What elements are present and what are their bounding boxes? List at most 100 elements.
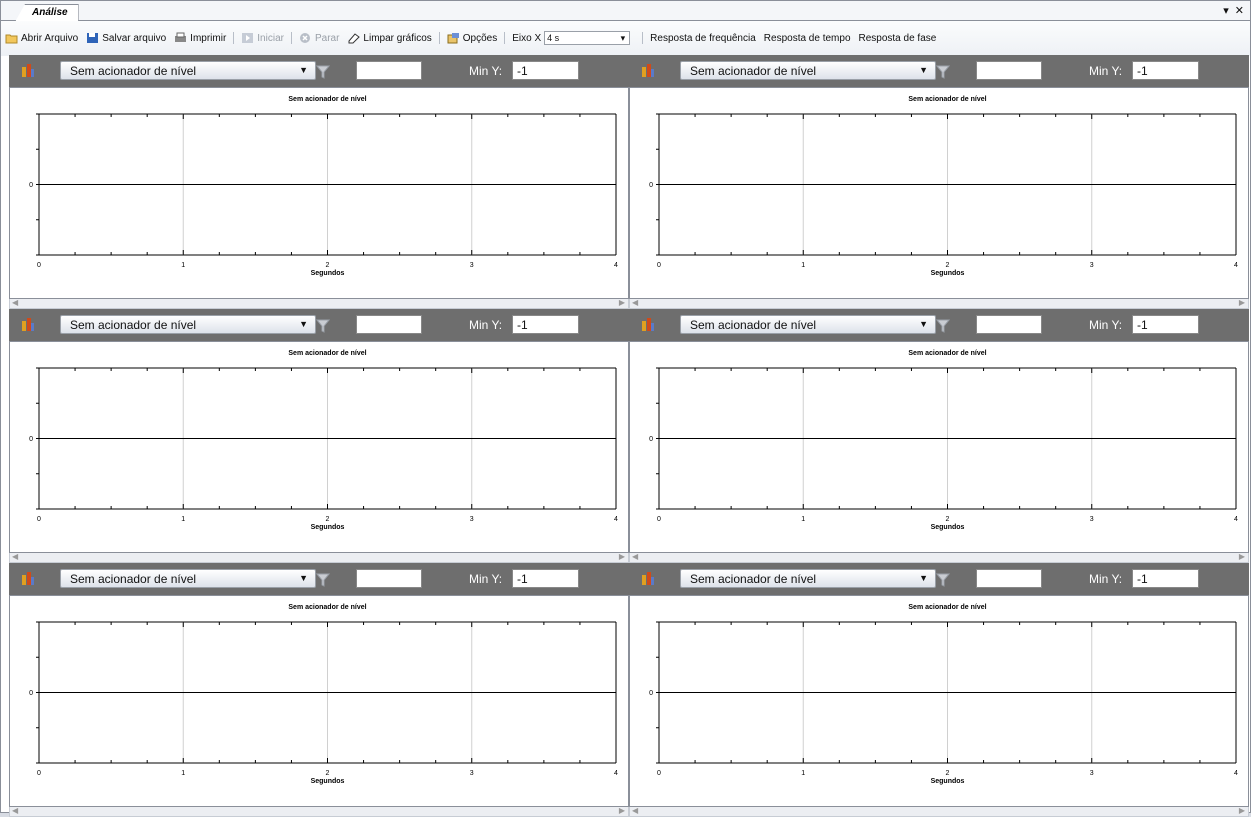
min-y-input[interactable]: -1 <box>512 315 579 334</box>
panel-header: Sem acionador de nível ▼ Min Y: -1 <box>9 309 629 341</box>
x-tick-label: 4 <box>1234 516 1238 523</box>
trigger-select[interactable]: Sem acionador de nível ▼ <box>680 61 936 80</box>
min-y-input[interactable]: -1 <box>1132 315 1199 334</box>
min-y-input[interactable]: -1 <box>1132 61 1199 80</box>
dropdown-arrow-icon[interactable]: ▾ <box>1223 4 1229 17</box>
scroll-right-icon[interactable]: ▶ <box>1239 806 1245 815</box>
scroll-left-icon[interactable]: ◀ <box>632 552 638 561</box>
chart-panel: Sem acionador de nível ▼ Min Y: -1 Sem a… <box>9 55 629 309</box>
options-button[interactable]: Opções <box>443 31 501 45</box>
panel-header: Sem acionador de nível ▼ Min Y: -1 <box>9 563 629 595</box>
chevron-down-icon: ▼ <box>299 573 308 583</box>
x-tick-label: 1 <box>801 262 805 269</box>
panel-header: Sem acionador de nível ▼ Min Y: -1 <box>629 563 1249 595</box>
open-file-button[interactable]: Abrir Arquivo <box>1 31 82 45</box>
filter-icon[interactable] <box>315 65 331 79</box>
play-icon <box>241 32 254 44</box>
filter-input[interactable] <box>976 569 1042 588</box>
filter-input[interactable] <box>356 569 422 588</box>
trigger-select[interactable]: Sem acionador de nível ▼ <box>680 315 936 334</box>
save-file-button[interactable]: Salvar arquivo <box>82 31 170 45</box>
trigger-select[interactable]: Sem acionador de nível ▼ <box>680 569 936 588</box>
clear-charts-label: Limpar gráficos <box>363 32 432 44</box>
min-y-input[interactable]: -1 <box>1132 569 1199 588</box>
start-button[interactable]: Iniciar <box>237 31 288 45</box>
x-tick-label: 0 <box>37 262 41 269</box>
chart-area: Sem acionador de nível 0 1 2 3 4 0 Segundos <box>9 595 629 807</box>
chevron-down-icon: ▼ <box>299 65 308 75</box>
trigger-select[interactable]: Sem acionador de nível ▼ <box>60 569 316 588</box>
stop-button[interactable]: Parar <box>295 31 343 45</box>
scroll-left-icon[interactable]: ◀ <box>632 298 638 307</box>
start-label: Iniciar <box>257 32 284 44</box>
filter-input[interactable] <box>356 61 422 80</box>
scroll-right-icon[interactable]: ▶ <box>619 552 625 561</box>
trigger-select[interactable]: Sem acionador de nível ▼ <box>60 61 316 80</box>
x-tick-label: 1 <box>801 770 805 777</box>
filter-icon[interactable] <box>935 65 951 79</box>
min-y-label: Min Y: <box>1089 64 1123 78</box>
chart-panel: Sem acionador de nível ▼ Min Y: -1 Sem a… <box>629 309 1249 563</box>
min-y-input[interactable]: -1 <box>512 61 579 80</box>
print-button[interactable]: Imprimir <box>170 31 230 45</box>
close-icon[interactable]: ✕ <box>1235 4 1244 17</box>
filter-input[interactable] <box>356 315 422 334</box>
horizontal-scrollbar[interactable]: ◀ ▶ <box>9 552 629 563</box>
chevron-down-icon: ▾ <box>620 32 626 43</box>
horizontal-scrollbar[interactable]: ◀ ▶ <box>9 298 629 309</box>
chart-area: Sem acionador de nível 0 1 2 3 4 0 Segundos <box>9 341 629 553</box>
chart-panel: Sem acionador de nível ▼ Min Y: -1 Sem a… <box>629 563 1249 817</box>
stop-label: Parar <box>314 32 340 44</box>
horizontal-scrollbar[interactable]: ◀ ▶ <box>629 298 1249 309</box>
x-tick-label: 3 <box>470 262 474 269</box>
toolbar-separator <box>504 32 506 44</box>
horizontal-scrollbar[interactable]: ◀ ▶ <box>629 806 1249 817</box>
trigger-select[interactable]: Sem acionador de nível ▼ <box>60 315 316 334</box>
chart-title: Sem acionador de nível <box>908 604 986 611</box>
scroll-left-icon[interactable]: ◀ <box>632 806 638 815</box>
scroll-right-icon[interactable]: ▶ <box>619 806 625 815</box>
chart-svg: Sem acionador de nível 0 1 2 3 4 0 Segundos <box>649 96 1238 277</box>
min-y-label: Min Y: <box>1089 572 1123 586</box>
phase-response-button[interactable]: Resposta de fase <box>855 31 941 45</box>
x-tick-label: 4 <box>614 770 618 777</box>
filter-input[interactable] <box>976 315 1042 334</box>
trigger-value: Sem acionador de nível <box>70 572 197 586</box>
toolbar-separator <box>642 32 644 44</box>
save-icon <box>86 32 99 44</box>
scroll-left-icon[interactable]: ◀ <box>12 298 18 307</box>
eixo-x-select[interactable]: 4 s ▾ <box>544 31 631 45</box>
chart-icon <box>641 63 655 79</box>
save-file-label: Salvar arquivo <box>102 32 167 44</box>
filter-input[interactable] <box>976 61 1042 80</box>
x-tick-label: 3 <box>1090 262 1094 269</box>
scroll-right-icon[interactable]: ▶ <box>619 298 625 307</box>
tab-analise[interactable]: Análise <box>15 4 79 22</box>
min-y-input[interactable]: -1 <box>512 569 579 588</box>
filter-icon[interactable] <box>935 319 951 333</box>
frequency-response-button[interactable]: Resposta de frequência <box>646 31 760 45</box>
time-response-button[interactable]: Resposta de tempo <box>760 31 855 45</box>
filter-icon[interactable] <box>935 573 951 587</box>
scroll-left-icon[interactable]: ◀ <box>12 806 18 815</box>
x-tick-label: 2 <box>326 770 330 777</box>
min-y-label: Min Y: <box>1089 318 1123 332</box>
chart-title: Sem acionador de nível <box>288 604 366 611</box>
x-tick-label: 1 <box>181 770 185 777</box>
x-tick-label: 2 <box>326 516 330 523</box>
scroll-right-icon[interactable]: ▶ <box>1239 298 1245 307</box>
horizontal-scrollbar[interactable]: ◀ ▶ <box>9 806 629 817</box>
scroll-left-icon[interactable]: ◀ <box>12 552 18 561</box>
chart-icon <box>21 317 35 333</box>
printer-icon <box>174 32 187 44</box>
x-axis-label: Segundos <box>931 778 965 785</box>
print-label: Imprimir <box>190 32 227 44</box>
options-icon <box>447 32 460 44</box>
chart-title: Sem acionador de nível <box>908 96 986 103</box>
filter-icon[interactable] <box>315 573 331 587</box>
clear-charts-button[interactable]: Limpar gráficos <box>343 31 435 45</box>
scroll-right-icon[interactable]: ▶ <box>1239 552 1245 561</box>
stop-icon <box>299 32 312 44</box>
filter-icon[interactable] <box>315 319 331 333</box>
horizontal-scrollbar[interactable]: ◀ ▶ <box>629 552 1249 563</box>
